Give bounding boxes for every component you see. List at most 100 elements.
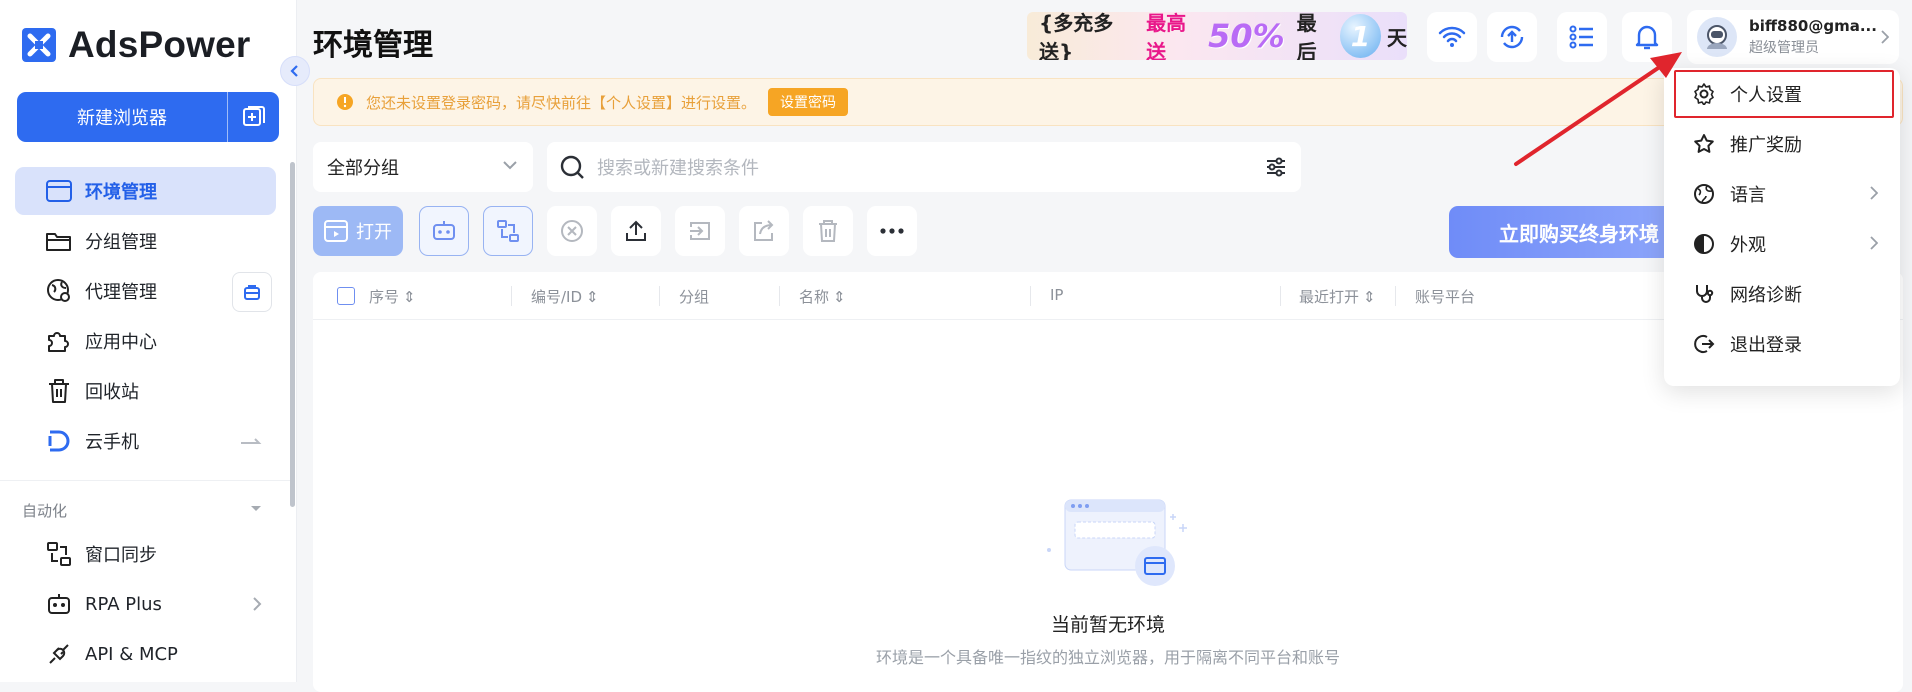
promo-text-1: {多充多送} [1039,12,1114,60]
new-browser-group: 新建浏览器 [17,92,279,142]
update-button[interactable] [1487,12,1537,62]
user-role: 超级管理员 [1749,40,1819,56]
sidebar-item-label: 代理管理 [85,282,157,303]
column-divider [1395,286,1396,306]
empty-state-description: 环境是一个具备唯一指纹的独立浏览器，用于隔离不同平台和账号 [875,648,1340,667]
sidebar-item-app-center[interactable]: 应用中心 [15,317,276,365]
menu-item-network-diagnosis[interactable]: 网络诊断 [1670,272,1894,316]
window-sync-button[interactable] [483,206,533,256]
sidebar-item-label: 环境管理 [85,182,157,203]
menu-item-language[interactable]: 语言 [1670,172,1894,216]
sidebar-item-rpa[interactable]: RPA Plus [15,580,276,628]
empty-state-title: 当前暂无环境 [1050,614,1165,636]
menu-item-personal-settings[interactable]: 个人设置 [1670,72,1894,116]
divider [0,480,290,481]
more-button[interactable] [867,206,917,256]
close-circle-icon [561,220,583,242]
menu-item-label: 外观 [1730,235,1766,256]
sidebar-item-trash[interactable]: 回收站 [15,367,276,415]
search-input[interactable]: 搜索或新建搜索条件 [547,142,1301,192]
sidebar-item-label: 分组管理 [85,232,157,253]
collapse-sidebar-button[interactable] [280,56,310,86]
chevron-down-icon[interactable] [250,505,262,513]
rpa-button[interactable] [419,206,469,256]
sidebar-item-label: 云手机 [85,432,139,453]
cloud-phone-icon [45,427,73,455]
robot-icon [45,590,73,618]
share-button[interactable] [739,206,789,256]
menu-item-referral[interactable]: 推广奖励 [1670,122,1894,166]
new-browser-button[interactable]: 新建浏览器 [17,92,228,142]
column-divider [659,286,660,306]
warning-icon [337,94,353,110]
sort-icon: ⇕ [1363,287,1376,306]
menu-item-logout[interactable]: 退出登录 [1670,322,1894,366]
chevron-right-icon [1881,30,1889,44]
filter-settings-icon[interactable] [1265,156,1287,178]
column-header[interactable]: 编号/ID ⇕ [531,286,599,307]
menu-item-appearance[interactable]: 外观 [1670,222,1894,266]
column-header[interactable]: 最近打开 ⇕ [1299,286,1376,307]
stethoscope-icon [1692,282,1716,306]
chevron-right-icon [253,597,262,611]
upload-icon [626,220,646,241]
menu-item-label: 个人设置 [1730,85,1802,106]
user-menu-button[interactable]: biff880@gma... 超级管理员 [1687,10,1899,64]
move-icon [690,222,710,240]
logo[interactable]: AdsPower [22,24,251,66]
sidebar-item-window-sync[interactable]: 窗口同步 [15,530,276,578]
globe-icon [1692,182,1716,206]
plug-icon [45,640,73,668]
sidebar-item-api[interactable]: API & MCP [15,630,276,678]
window-sync-icon [497,220,519,242]
contrast-icon [1692,232,1716,256]
proxy-shop-button[interactable] [232,272,272,312]
menu-item-label: 推广奖励 [1730,135,1802,156]
select-all-checkbox[interactable] [337,287,355,305]
add-square-icon [242,106,265,126]
chevron-left-icon [290,65,298,77]
column-header[interactable]: 序号 ⇕ [369,286,416,307]
browser-window-icon [45,177,73,205]
promo-percent: 50% [1208,17,1285,55]
sidebar-item-cloud-phone[interactable]: 云手机 [15,417,276,465]
column-divider [1030,286,1031,306]
task-list-button[interactable] [1557,12,1607,62]
toggle-arrow-icon [241,438,262,444]
adspower-logo-icon [22,28,56,62]
group-select-value: 全部分组 [327,158,399,179]
promo-text-2: 最高送 [1146,12,1187,60]
delete-button[interactable] [803,206,853,256]
puzzle-icon [45,327,73,355]
group-select[interactable]: 全部分组 [313,142,533,192]
batch-add-button[interactable] [228,92,279,142]
move-to-group-button[interactable] [675,206,725,256]
share-icon [754,220,774,241]
warning-text: 您还未设置登录密码，请尽快前往【个人设置】进行设置。 [366,93,757,112]
network-status-button[interactable] [1427,12,1477,62]
user-name: biff880@gma... [1749,17,1877,35]
set-password-button[interactable]: 设置密码 [768,88,849,116]
sidebar-scrollbar[interactable] [290,162,295,507]
column-divider [1280,286,1281,306]
promo-banner[interactable]: {多充多送} 最高送 50% 最后 1 天 [1027,12,1407,60]
column-divider [511,286,512,306]
sidebar-item-label: RPA Plus [85,593,162,615]
window-sync-icon [45,540,73,568]
sidebar-item-label: 应用中心 [85,332,157,353]
promo-days: 1 [1339,14,1381,58]
sort-icon: ⇕ [833,287,846,306]
open-browser-button[interactable]: 打开 [313,206,403,256]
chevron-right-icon [1870,236,1878,250]
folder-icon [45,227,73,255]
refresh-upload-icon [1500,25,1524,49]
notifications-button[interactable] [1622,12,1672,62]
close-browser-button[interactable] [547,206,597,256]
column-header: 账号平台 [1415,288,1476,306]
sidebar-item-env[interactable]: 环境管理 [15,167,276,215]
brand-name: AdsPower [68,24,251,65]
sidebar-item-groups[interactable]: 分组管理 [15,217,276,265]
column-header[interactable]: 名称 ⇕ [799,286,846,307]
buy-lifetime-button[interactable]: 立即购买终身环境 [1449,206,1679,258]
upload-button[interactable] [611,206,661,256]
